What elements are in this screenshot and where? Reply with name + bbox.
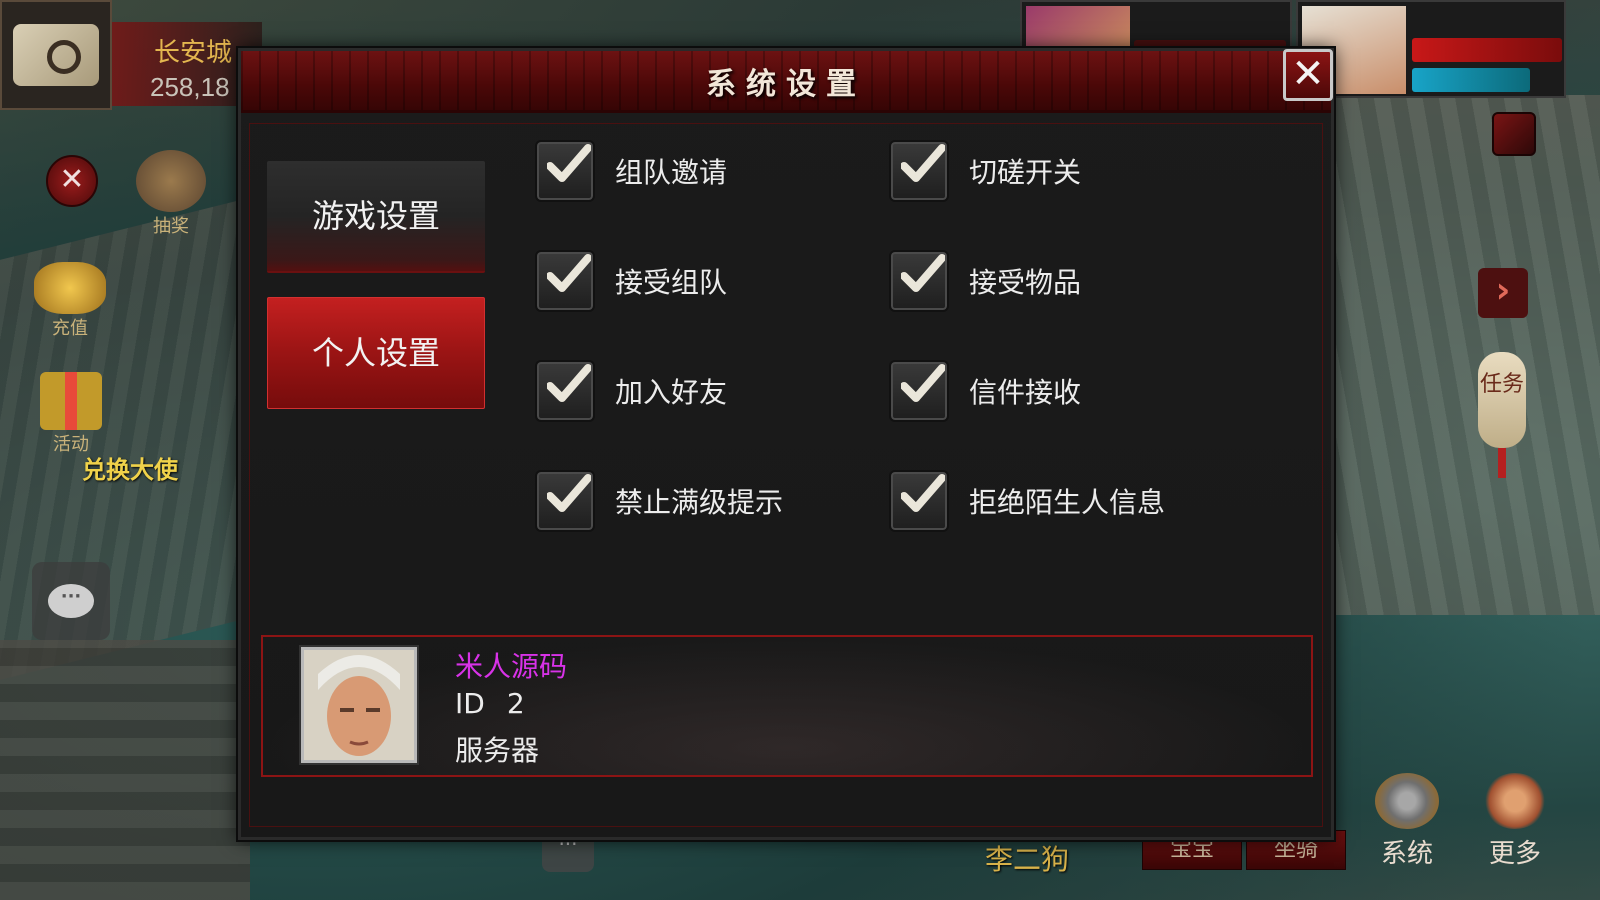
chevron-right-icon[interactable]: ›	[1478, 268, 1528, 318]
location-coordinates: 258,18	[150, 72, 230, 102]
chat-button[interactable]: ···	[32, 562, 110, 640]
stone-wall-background	[0, 640, 250, 900]
lantern-icon: 任务	[1479, 372, 1524, 397]
accept-team-checkbox[interactable]	[535, 250, 595, 312]
scroll-map-icon	[13, 24, 99, 86]
gear-icon	[1375, 773, 1439, 829]
option-reject-stranger-messages[interactable]: 拒绝陌生人信息	[889, 469, 1165, 533]
coins-icon	[34, 262, 106, 314]
add-friend-checkbox[interactable]	[535, 360, 595, 422]
gift-box-icon	[40, 372, 102, 430]
option-label: 禁止满级提示	[615, 486, 784, 519]
option-label: 信件接收	[969, 376, 1082, 409]
dialog-title: 系统设置	[706, 66, 866, 102]
check-icon	[901, 254, 945, 292]
recharge-button[interactable]: 充值	[34, 262, 106, 340]
party-member-player[interactable]	[1296, 0, 1566, 98]
lottery-scroll-icon	[136, 150, 206, 212]
npc-exchange-envoy[interactable]: 兑换大使	[82, 450, 178, 485]
option-label: 接受组队	[615, 266, 728, 299]
option-mail-receive[interactable]: 信件接收	[889, 359, 1081, 423]
system-settings-dialog: 系统设置 ✕ 游戏设置 个人设置 组队邀请 切磋开关 接受组队 接受物品 加入好…	[238, 48, 1334, 840]
player-hp-bar	[1412, 38, 1562, 62]
option-accept-team[interactable]: 接受组队	[535, 249, 727, 313]
chat-bubble-icon: ···	[48, 584, 94, 618]
minimap-button[interactable]	[0, 0, 112, 110]
cross-swords-icon	[1483, 773, 1547, 829]
profile-id-value: 2	[506, 687, 525, 720]
activity-button[interactable]: 活动	[40, 372, 102, 456]
check-icon	[901, 144, 945, 182]
tab-game-settings[interactable]: 游戏设置	[267, 161, 485, 273]
system-label: 系统	[1380, 839, 1433, 869]
location-name: 长安城	[154, 38, 233, 68]
disable-max-level-hint-checkbox[interactable]	[535, 470, 595, 532]
profile-id-row: ID 2	[455, 687, 525, 720]
profile-id-label: ID	[455, 687, 485, 720]
avatar-face-icon	[304, 650, 414, 760]
profile-name: 米人源码	[455, 650, 568, 683]
option-accept-items[interactable]: 接受物品	[889, 249, 1081, 313]
dialog-header: 系统设置	[241, 51, 1331, 113]
quick-item-button[interactable]	[1492, 112, 1536, 156]
option-spar-toggle[interactable]: 切磋开关	[889, 139, 1081, 203]
close-icon[interactable]: ✕	[1283, 49, 1333, 101]
accept-items-checkbox[interactable]	[889, 250, 949, 312]
more-label: 更多	[1488, 839, 1541, 869]
tab-personal-settings[interactable]: 个人设置	[267, 297, 485, 409]
option-label: 组队邀请	[615, 156, 728, 189]
player-name: 李二狗	[985, 843, 1070, 876]
reject-stranger-messages-checkbox[interactable]	[889, 470, 949, 532]
option-disable-max-level-hint[interactable]: 禁止满级提示	[535, 469, 783, 533]
lottery-button[interactable]: 抽奖	[136, 150, 206, 238]
mail-receive-checkbox[interactable]	[889, 360, 949, 422]
task-button[interactable]: 任务	[1478, 352, 1526, 478]
option-label: 拒绝陌生人信息	[969, 486, 1166, 519]
check-icon	[547, 364, 591, 402]
option-label: 切磋开关	[969, 156, 1082, 189]
spar-toggle-checkbox[interactable]	[889, 140, 949, 202]
check-icon	[901, 474, 945, 512]
check-icon	[547, 474, 591, 512]
player-mp-bar	[1412, 68, 1530, 92]
check-icon	[547, 254, 591, 292]
team-invite-checkbox[interactable]	[535, 140, 595, 202]
recharge-label: 充值	[52, 318, 88, 339]
profile-server-label: 服务器	[455, 734, 540, 767]
check-icon	[547, 144, 591, 182]
option-label: 加入好友	[615, 376, 728, 409]
lottery-label: 抽奖	[153, 216, 189, 237]
more-button[interactable]: 更多	[1460, 770, 1570, 870]
option-label: 接受物品	[969, 266, 1082, 299]
bridge-background-right	[1335, 95, 1600, 615]
check-icon	[901, 364, 945, 402]
system-button[interactable]: 系统	[1352, 770, 1462, 870]
option-add-friend[interactable]: 加入好友	[535, 359, 727, 423]
close-icon[interactable]: ✕	[46, 155, 98, 207]
profile-panel: 米人源码 ID 2 服务器	[261, 635, 1313, 777]
avatar	[301, 647, 417, 763]
option-team-invite[interactable]: 组队邀请	[535, 139, 727, 203]
